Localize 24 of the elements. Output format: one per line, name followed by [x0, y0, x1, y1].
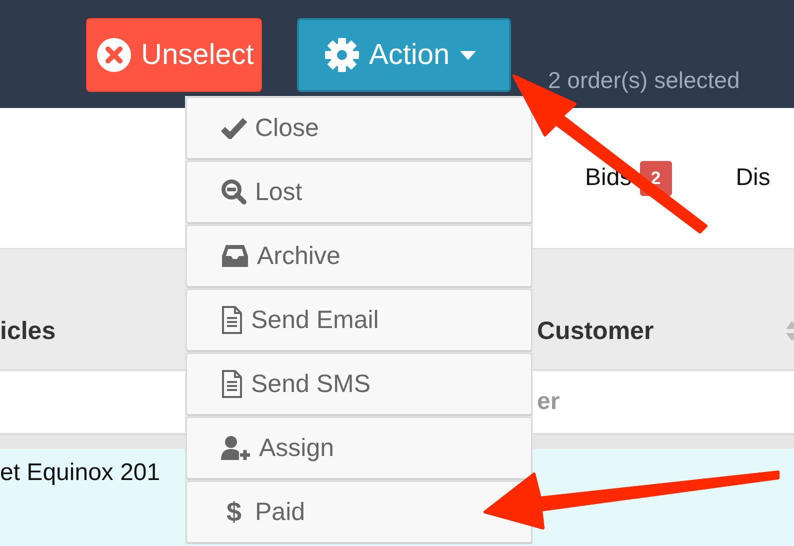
unselect-button[interactable]: Unselect: [86, 18, 262, 92]
menu-item[interactable]: Assign: [186, 417, 532, 479]
zoom-out-icon: [221, 179, 247, 205]
document-icon: [221, 370, 243, 398]
menu-item[interactable]: Send SMS: [186, 353, 532, 415]
document-icon: [221, 306, 243, 334]
tab[interactable]: Dis: [736, 164, 770, 192]
menu-item[interactable]: $ Paid: [186, 481, 532, 543]
check-icon: [221, 117, 247, 139]
table-cell: et Equinox 201: [0, 459, 160, 487]
add-user-icon: [221, 436, 251, 460]
menu-item[interactable]: Archive: [186, 225, 532, 287]
close-icon: [97, 38, 131, 72]
menu-item[interactable]: Lost: [186, 161, 532, 223]
caret-icon: [460, 50, 476, 60]
action-button[interactable]: Action: [297, 18, 511, 92]
column-header[interactable]: icles: [0, 316, 56, 346]
dollar-icon: $: [221, 496, 247, 528]
menu-item[interactable]: Send Email: [186, 289, 532, 351]
selection-count: 2 order(s) selected: [548, 67, 740, 94]
settings-icon: [325, 38, 359, 72]
menu-item[interactable]: Close: [186, 97, 532, 159]
inbox-icon: [221, 243, 249, 269]
column-header[interactable]: Customer: [537, 316, 654, 346]
